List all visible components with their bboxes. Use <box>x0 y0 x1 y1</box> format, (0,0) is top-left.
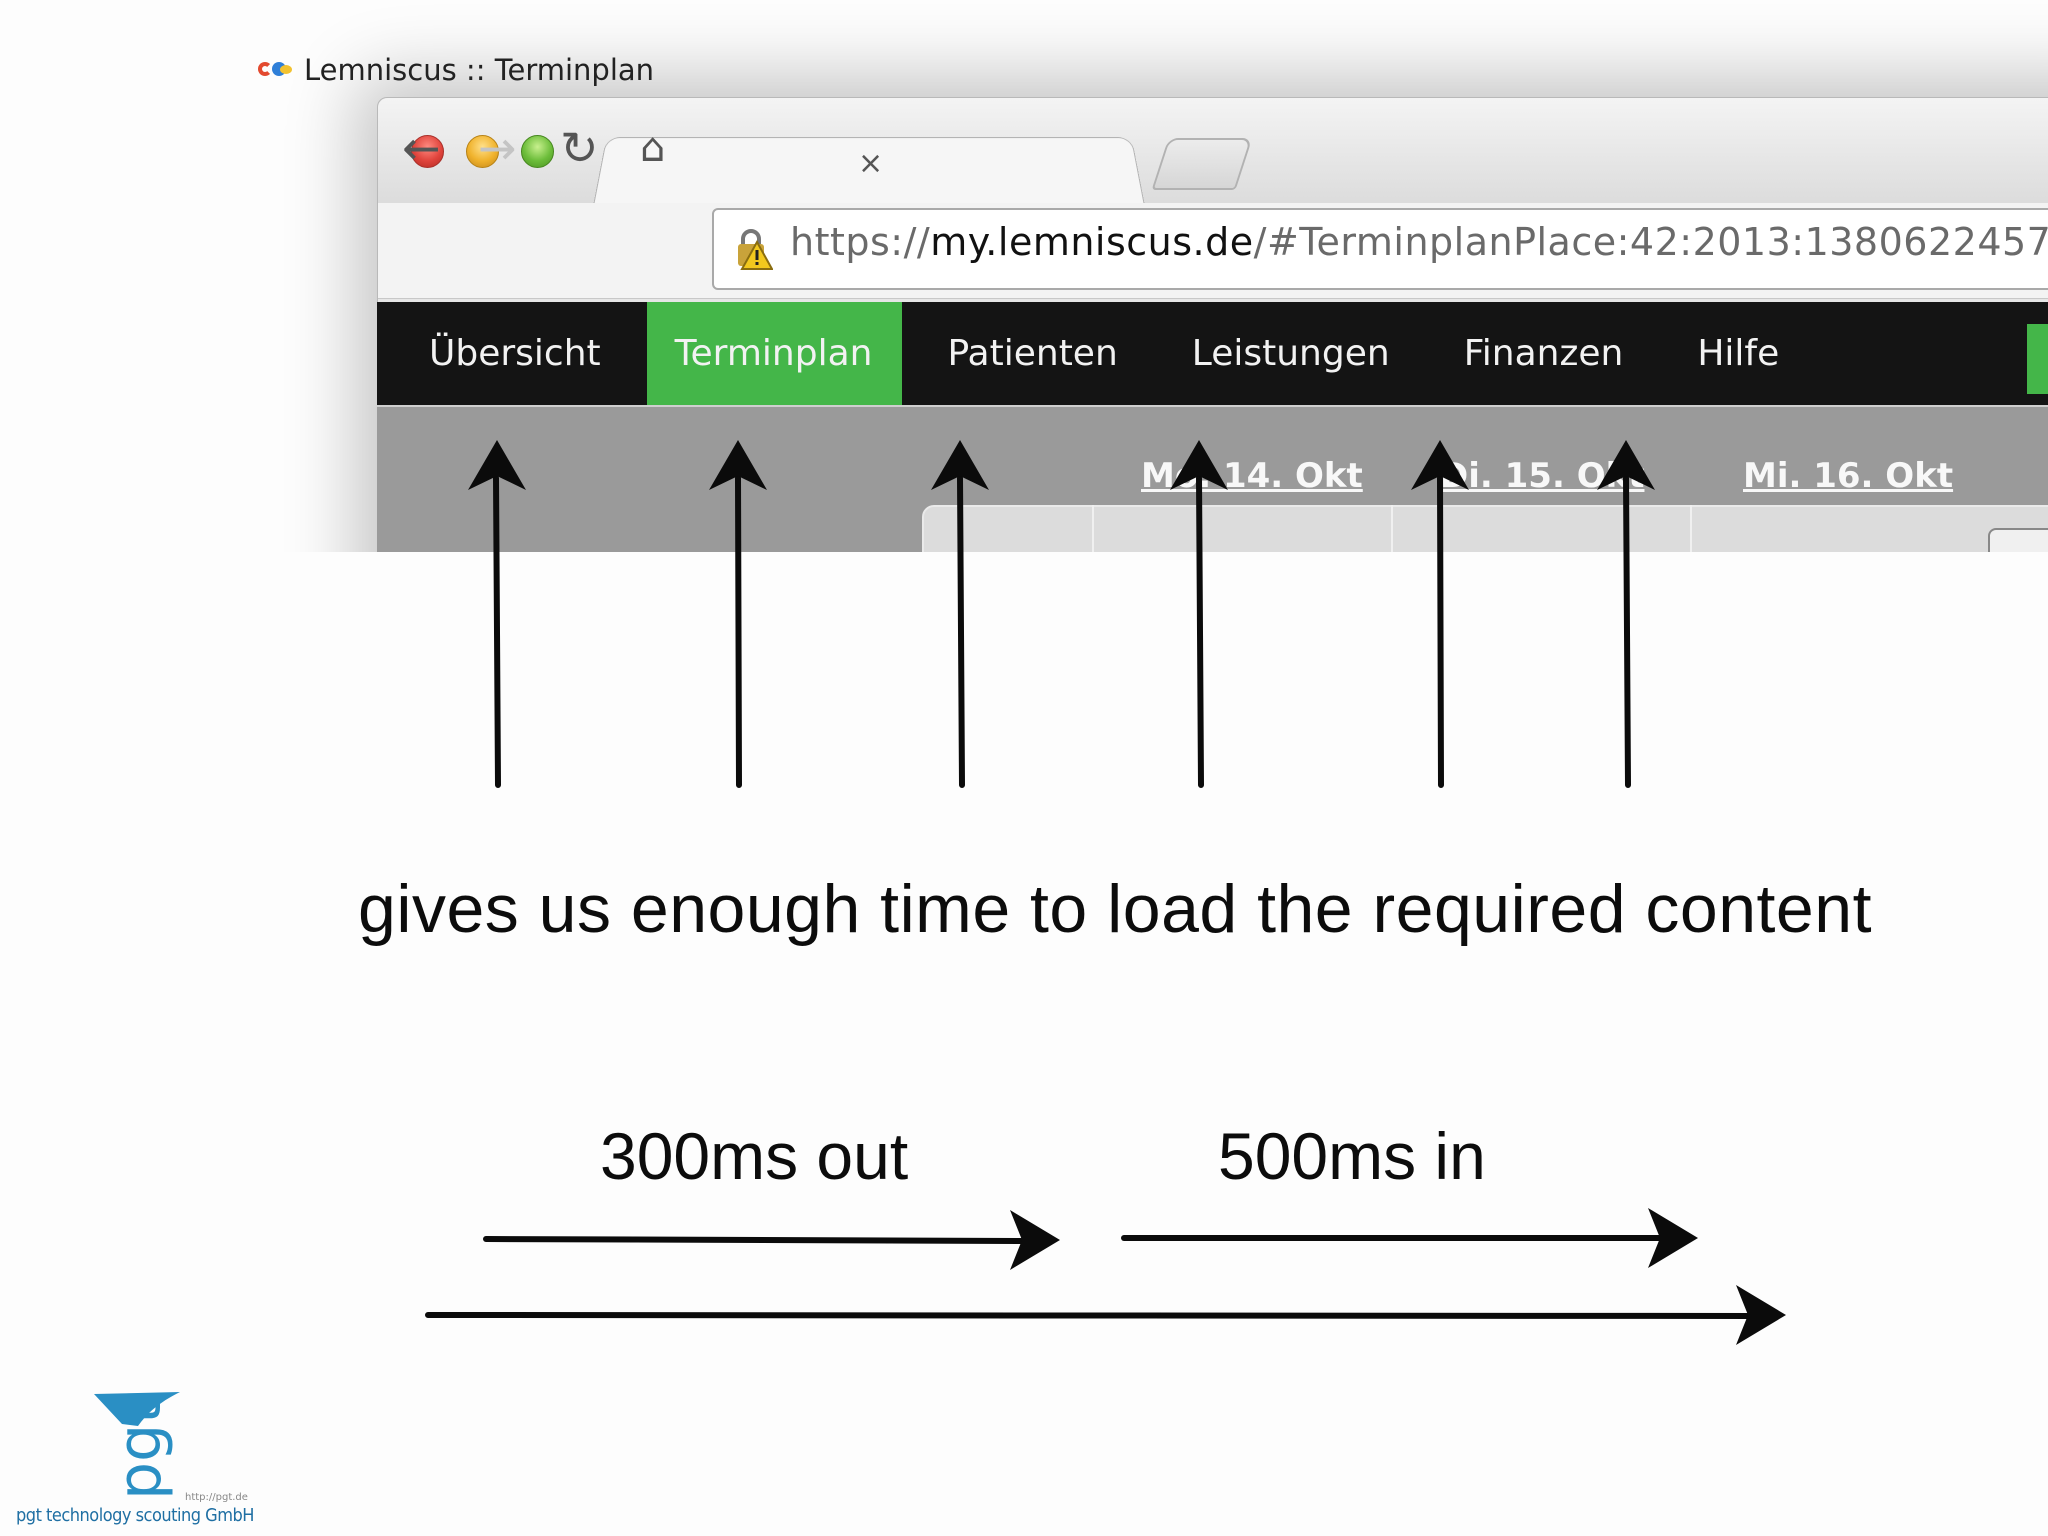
up-arrow-leistungen <box>1196 475 1204 788</box>
arrow-300ms-out <box>483 1236 1033 1244</box>
up-arrow-hilfe <box>1623 475 1631 788</box>
logo-text: pgt <box>105 1400 175 1500</box>
timing-out-label: 300ms out <box>600 1119 909 1193</box>
brand-company: pgt technology scouting GmbH <box>16 1505 254 1526</box>
brand-url: http://pgt.de <box>185 1492 248 1503</box>
up-arrow-terminplan <box>735 475 742 788</box>
up-arrow-patienten <box>957 475 965 788</box>
slide-caption: gives us enough time to load the require… <box>358 871 1872 947</box>
arrow-total-time <box>425 1312 1755 1319</box>
timing-in-label: 500ms in <box>1218 1119 1486 1193</box>
slide: Lemniscus :: Terminplan × ← → ↻ ⌂ https:… <box>0 0 2048 1536</box>
up-arrow-finanzen <box>1437 475 1444 788</box>
up-arrow-uebersicht <box>493 475 501 788</box>
arrows-overlay <box>425 440 1786 1345</box>
